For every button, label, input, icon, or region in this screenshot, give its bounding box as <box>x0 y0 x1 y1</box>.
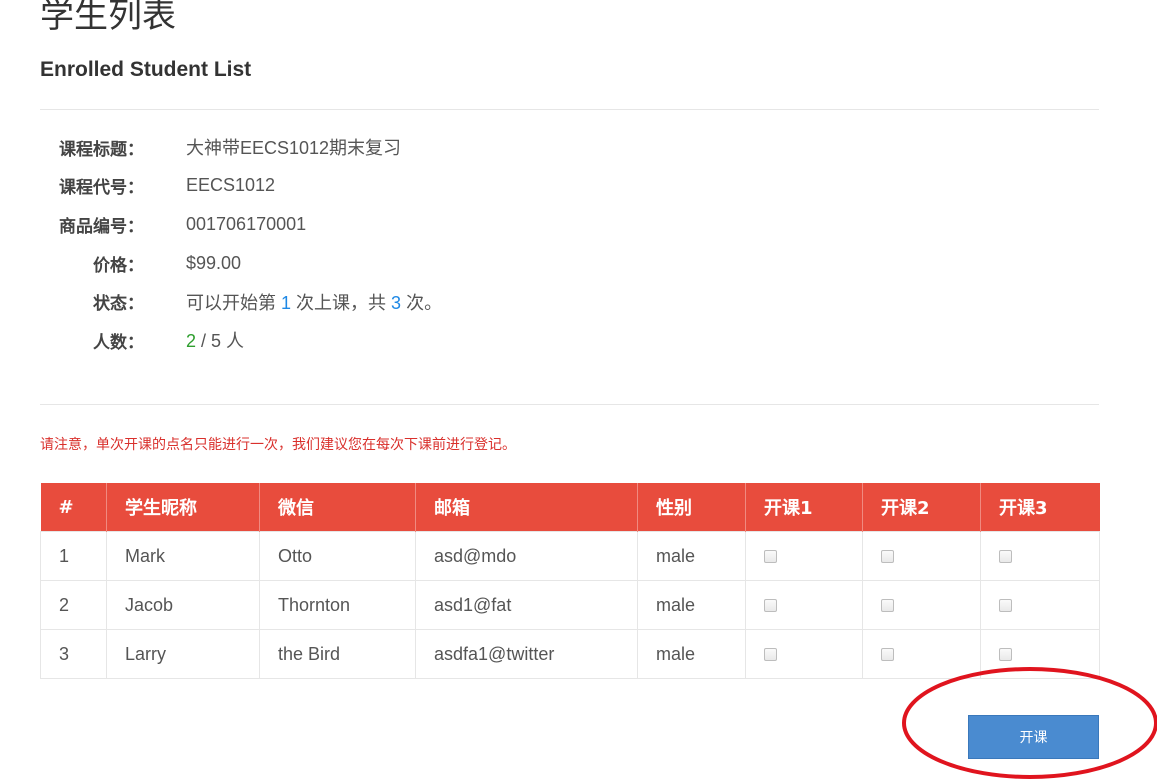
info-row-enrollment: 人数： 2 / 5 人 <box>40 321 740 360</box>
cell-wechat: Thornton <box>259 580 416 630</box>
course-title-value: 大神带EECS1012期末复习 <box>186 138 402 159</box>
info-label: 价格： <box>93 255 144 276</box>
header-wechat: 微信 <box>259 483 416 532</box>
page-subtitle: Enrolled Student List <box>40 58 252 81</box>
enrollment-capacity: / 5 人 <box>196 331 245 352</box>
cell-nickname: Mark <box>106 531 260 581</box>
status-middle: 次上课，共 <box>291 292 392 313</box>
page-title: 学生列表 <box>40 0 176 36</box>
cell-index: 3 <box>40 629 107 679</box>
cell-gender: male <box>637 580 746 630</box>
cell-email: asd@mdo <box>415 531 638 581</box>
header-session-2: 开课2 <box>862 483 981 532</box>
product-id-value: 001706170001 <box>186 213 307 234</box>
cell-session-1 <box>745 580 863 630</box>
cell-index: 1 <box>40 531 107 581</box>
attendance-checkbox[interactable] <box>999 599 1012 613</box>
attendance-checkbox[interactable] <box>999 648 1012 662</box>
table-header-row: # 学生昵称 微信 邮箱 性别 开课1 开课2 开课3 <box>40 483 1100 532</box>
info-label: 人数： <box>93 332 144 353</box>
attendance-checkbox[interactable] <box>999 550 1012 564</box>
attendance-checkbox[interactable] <box>881 599 894 613</box>
table-row: 1 Mark Otto asd@mdo male <box>40 531 1100 581</box>
cell-email: asdfa1@twitter <box>415 629 638 679</box>
divider <box>40 109 1099 110</box>
header-index: # <box>40 483 107 532</box>
header-session-3: 开课3 <box>980 483 1100 532</box>
cell-session-1 <box>745 531 863 581</box>
table-row: 3 Larry the Bird asdfa1@twitter male <box>40 629 1100 679</box>
cell-session-2 <box>862 629 981 679</box>
info-row-status: 状态： 可以开始第 1 次上课，共 3 次。 <box>40 282 740 321</box>
attendance-checkbox[interactable] <box>881 550 894 564</box>
cell-nickname: Larry <box>106 629 260 679</box>
notice-text: 请注意，单次开课的点名只能进行一次，我们建议您在每次下课前进行登记。 <box>40 437 516 453</box>
table-row: 2 Jacob Thornton asd1@fat male <box>40 580 1100 630</box>
course-info: 课程标题： 大神带EECS1012期末复习 课程代号： EECS1012 商品编… <box>40 128 740 360</box>
attendance-checkbox[interactable] <box>764 599 777 613</box>
attendance-checkbox[interactable] <box>881 648 894 662</box>
info-label: 课程标题： <box>59 139 144 160</box>
header-nickname: 学生昵称 <box>106 483 260 532</box>
start-class-button[interactable]: 开课 <box>968 715 1099 759</box>
status-current-count: 1 <box>281 292 292 313</box>
info-row-product-id: 商品编号： 001706170001 <box>40 205 740 244</box>
attendance-checkbox[interactable] <box>764 648 777 662</box>
cell-session-1 <box>745 629 863 679</box>
enrolled-count: 2 <box>186 331 197 352</box>
header-gender: 性别 <box>637 483 746 532</box>
header-email: 邮箱 <box>415 483 638 532</box>
enrollment-value: 2 / 5 人 <box>186 327 244 353</box>
info-row-title: 课程标题： 大神带EECS1012期末复习 <box>40 128 740 167</box>
cell-session-2 <box>862 531 981 581</box>
status-value: 可以开始第 1 次上课，共 3 次。 <box>186 289 442 315</box>
status-prefix: 可以开始第 <box>186 292 282 313</box>
cell-index: 2 <box>40 580 107 630</box>
cell-session-3 <box>980 580 1100 630</box>
info-row-code: 课程代号： EECS1012 <box>40 167 740 206</box>
header-session-1: 开课1 <box>745 483 863 532</box>
price-value: $99.00 <box>186 252 242 273</box>
cell-session-3 <box>980 531 1100 581</box>
course-code-value: EECS1012 <box>186 175 276 196</box>
info-label: 状态： <box>93 294 144 315</box>
cell-gender: male <box>637 629 746 679</box>
cell-nickname: Jacob <box>106 580 260 630</box>
info-label: 商品编号： <box>59 216 144 237</box>
cell-wechat: the Bird <box>259 629 416 679</box>
cell-gender: male <box>637 531 746 581</box>
cell-email: asd1@fat <box>415 580 638 630</box>
student-table: # 学生昵称 微信 邮箱 性别 开课1 开课2 开课3 1 Mark Otto … <box>40 483 1100 679</box>
cell-session-2 <box>862 580 981 630</box>
status-total-count: 3 <box>391 292 402 313</box>
info-label: 课程代号： <box>59 178 144 199</box>
status-suffix: 次。 <box>401 292 443 313</box>
cell-session-3 <box>980 629 1100 679</box>
cell-wechat: Otto <box>259 531 416 581</box>
divider <box>40 404 1099 405</box>
attendance-checkbox[interactable] <box>764 550 777 564</box>
info-row-price: 价格： $99.00 <box>40 244 740 283</box>
